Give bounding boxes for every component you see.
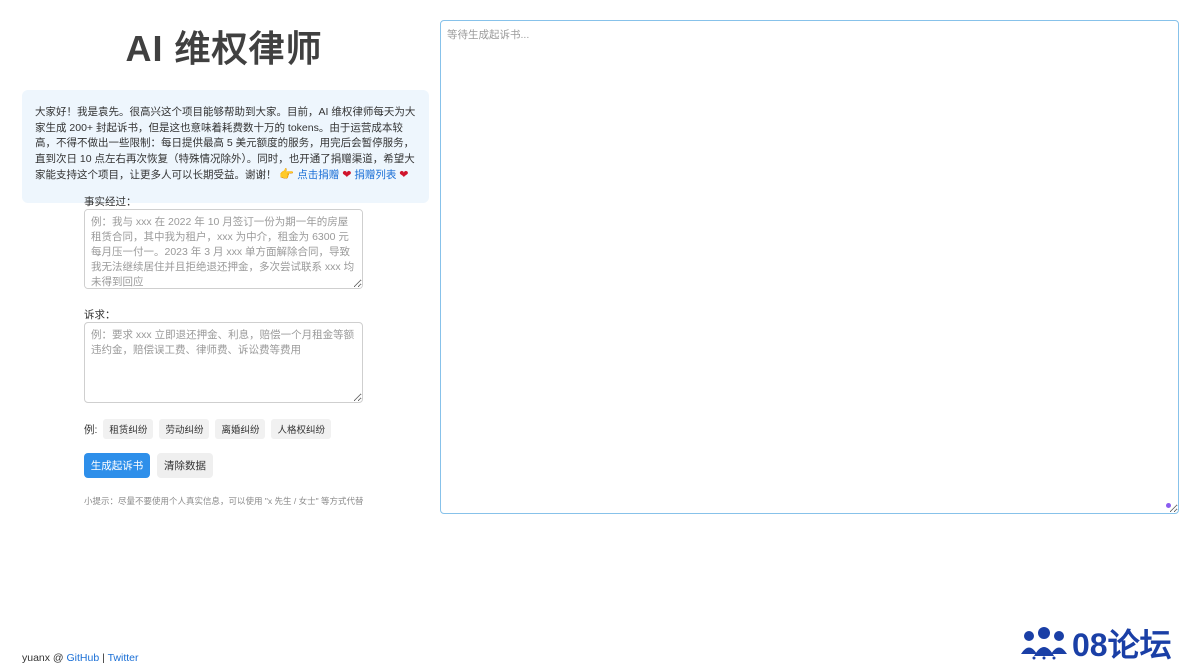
heart-icon: ❤ bbox=[342, 169, 352, 181]
generate-complaint-button[interactable]: 生成起诉书 bbox=[84, 453, 150, 478]
claims-input[interactable] bbox=[84, 322, 363, 403]
pointing-hand-icon: 👉 bbox=[279, 167, 295, 181]
watermark-logo: 08论坛 bbox=[1020, 620, 1172, 666]
facts-label: 事实经过： bbox=[84, 196, 137, 208]
github-link[interactable]: GitHub bbox=[67, 652, 100, 664]
notice-box: 大家好！我是袁先。很高兴这个项目能够帮助到大家。目前，AI 维权律师每天为大家生… bbox=[22, 90, 429, 203]
donate-link[interactable]: 点击捐赠 bbox=[297, 169, 339, 181]
example-chip-divorce[interactable]: 离婚纠纷 bbox=[215, 419, 266, 439]
privacy-tip: 小提示：尽量不要使用个人真实信息，可以使用 "x 先生 / 女士" 等方式代替 bbox=[84, 496, 364, 506]
page-title: AI 维权律师 bbox=[125, 28, 323, 69]
example-chip-rental[interactable]: 租赁纠纷 bbox=[103, 419, 154, 439]
example-chip-personality-rights[interactable]: 人格权纠纷 bbox=[271, 419, 331, 439]
donors-list-link[interactable]: 捐赠列表 bbox=[354, 169, 396, 181]
twitter-link[interactable]: Twitter bbox=[108, 652, 139, 664]
facts-input[interactable] bbox=[84, 209, 363, 289]
claims-label: 诉求： bbox=[84, 309, 116, 321]
complaint-output[interactable] bbox=[440, 20, 1179, 514]
clear-data-button[interactable]: 清除数据 bbox=[157, 453, 213, 478]
examples-label: 例: bbox=[84, 423, 98, 436]
status-dot-icon bbox=[1166, 503, 1171, 508]
example-chip-labor[interactable]: 劳动纠纷 bbox=[159, 419, 210, 439]
people-group-icon bbox=[1021, 627, 1067, 660]
footer-author: yuanx @ bbox=[22, 652, 67, 664]
example-cases: 例: 租赁纠纷 劳动纠纷 离婚纠纷 人格权纠纷 bbox=[84, 419, 331, 439]
heart-icon: ❤ bbox=[399, 169, 409, 181]
footer-separator: | bbox=[99, 652, 108, 664]
watermark-text: 08论坛 bbox=[1072, 627, 1172, 663]
footer: yuanx @ GitHub | Twitter bbox=[22, 652, 139, 664]
